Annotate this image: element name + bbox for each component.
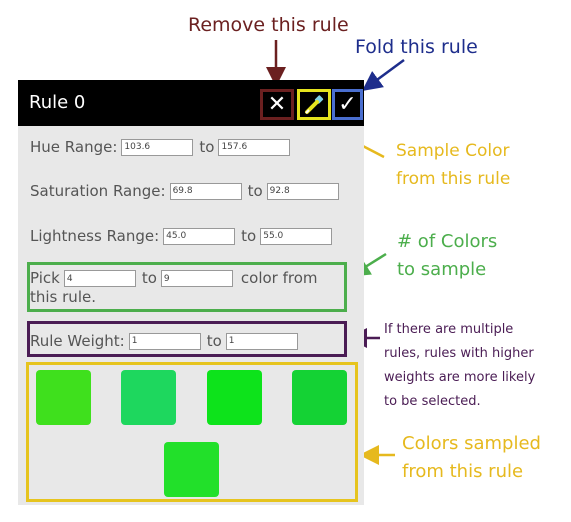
fold-arrow [361, 58, 405, 91]
colors-annotation-line: Colors sampled [402, 433, 541, 454]
saturation-max-input[interactable] [266, 182, 339, 200]
hue-to-label: to [199, 138, 215, 156]
weight-annotation-line: rules, rules with higher [384, 346, 534, 361]
color-swatch[interactable] [36, 370, 91, 425]
lightness-min-input[interactable] [163, 227, 236, 245]
saturation-range-row: Saturation Range: to [30, 182, 339, 200]
pick-count-row: Pick to color from this rule. [30, 269, 318, 307]
lightness-to-label: to [241, 227, 257, 245]
weight-min-input[interactable] [128, 332, 201, 350]
lightness-range-label: Lightness Range: [30, 227, 160, 245]
num-colors-annotation: # of Colors to sample [397, 228, 497, 284]
pick-suffix-line2: this rule. [30, 288, 96, 306]
weight-annotation-line: If there are multiple [384, 322, 514, 337]
saturation-range-label: Saturation Range: [30, 182, 166, 200]
pick-max-input[interactable] [160, 270, 233, 287]
num-annotation-line: to sample [397, 259, 487, 280]
rule-weight-row: Rule Weight: to [30, 332, 298, 350]
hue-max-input[interactable] [218, 138, 291, 156]
pick-suffix-line1: color from [240, 269, 318, 287]
remove-rule-button[interactable]: ✕ [260, 89, 294, 120]
hue-min-input[interactable] [121, 138, 194, 156]
x-icon: ✕ [267, 92, 287, 117]
hue-range-label: Hue Range: [30, 138, 118, 156]
eyedropper-icon [305, 94, 324, 114]
sample-annotation-line: from this rule [396, 169, 511, 189]
color-swatch[interactable] [164, 442, 219, 497]
pick-to-label: to [141, 269, 157, 287]
color-swatch[interactable] [121, 370, 176, 425]
colors-sampled-annotation: Colors sampled from this rule [402, 430, 541, 486]
colors-annotation-line: from this rule [402, 461, 524, 482]
rule-weight-annotation: If there are multiple rules, rules with … [384, 318, 535, 414]
pick-min-input[interactable] [63, 270, 136, 287]
color-swatch[interactable] [207, 370, 262, 425]
sample-annotation-line: Sample Color [396, 141, 510, 161]
pick-label: Pick [30, 269, 60, 287]
rule-weight-label: Rule Weight: [30, 332, 125, 350]
sample-color-button[interactable] [297, 89, 331, 120]
lightness-range-row: Lightness Range: to [30, 227, 333, 245]
num-annotation-line: # of Colors [397, 231, 498, 252]
rule-title: Rule 0 [29, 92, 86, 113]
fold-annotation: Fold this rule [355, 36, 478, 58]
sample-color-annotation: Sample Color from this rule [396, 137, 510, 193]
saturation-min-input[interactable] [169, 182, 242, 200]
weight-annotation-line: to be selected. [384, 394, 481, 409]
weight-to-label: to [206, 332, 222, 350]
weight-annotation-line: weights are more likely [384, 370, 536, 385]
color-swatch[interactable] [292, 370, 347, 425]
lightness-max-input[interactable] [260, 227, 333, 245]
remove-annotation: Remove this rule [188, 14, 349, 36]
checkmark-icon: ✓ [338, 92, 357, 117]
weight-max-input[interactable] [225, 332, 298, 350]
fold-rule-button[interactable]: ✓ [332, 89, 363, 120]
hue-range-row: Hue Range: to [30, 138, 291, 156]
saturation-to-label: to [247, 182, 263, 200]
